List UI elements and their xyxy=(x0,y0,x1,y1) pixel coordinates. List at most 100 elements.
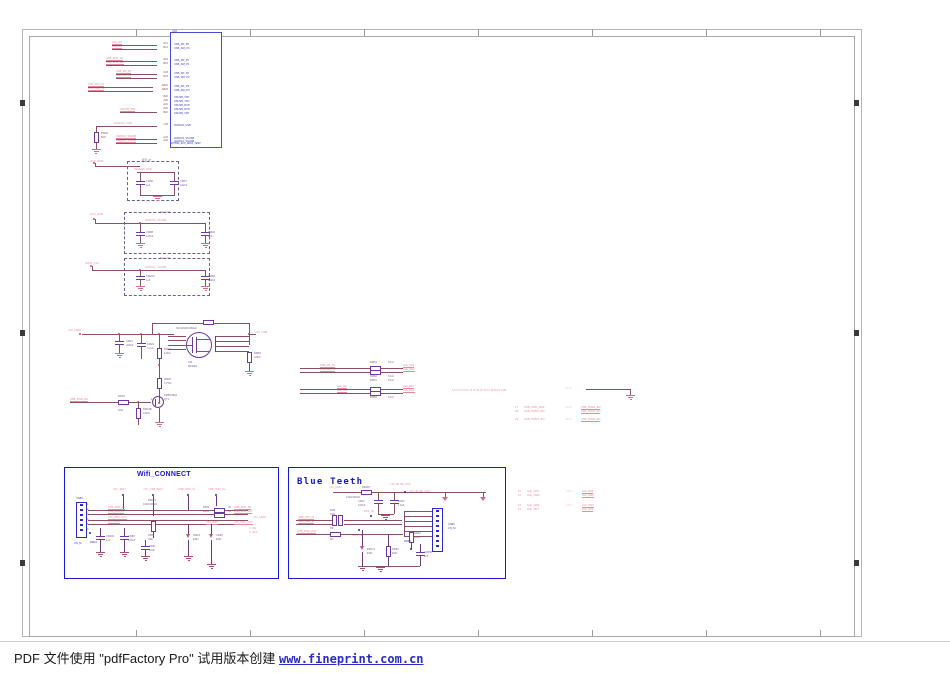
connector-pad xyxy=(80,509,83,512)
capacitor-designator: CM92 xyxy=(208,231,215,234)
connector-pad xyxy=(436,535,439,538)
resistor-symbol xyxy=(331,515,337,526)
ferrite-bead-symbol xyxy=(203,320,214,325)
net-label: USB_WIFI_D- xyxy=(178,488,196,491)
diode-designator: RM24 xyxy=(193,534,200,537)
wire xyxy=(168,340,186,341)
net-pin-number: 11 xyxy=(518,494,521,497)
esd-diode-symbol xyxy=(360,546,364,550)
frame-tick-top xyxy=(820,29,821,36)
capacitor-value: 100nF xyxy=(128,539,136,542)
capacitor-value: 220uF xyxy=(126,344,134,347)
wire xyxy=(141,347,142,359)
pin-number: 31 xyxy=(228,506,231,509)
wire xyxy=(381,368,403,369)
wire xyxy=(88,520,248,521)
chip-pin-name: USB_DM_P0 xyxy=(174,47,190,50)
wire xyxy=(388,557,389,566)
chip-pin-name: USB_DM_P1 xyxy=(174,63,190,66)
connector-pad xyxy=(80,529,83,532)
ground-arrow xyxy=(442,497,448,501)
mosfet-designator: UM xyxy=(188,361,193,364)
frame-tick-bottom xyxy=(364,630,365,637)
wire xyxy=(211,524,212,534)
footer-divider xyxy=(0,641,950,642)
wire xyxy=(420,556,421,566)
capacitor-value: 1nF xyxy=(424,555,429,558)
ground-symbol xyxy=(207,564,216,570)
resistor-designator: RM84 xyxy=(254,352,261,355)
chip-pin-name: SSUSB_RXP xyxy=(174,104,190,107)
wire xyxy=(138,419,139,425)
filter-net-label: AVDD33_SSUSB xyxy=(145,219,167,222)
wire xyxy=(116,139,157,140)
resistor-value: 10KΩ xyxy=(254,356,261,359)
net-label: CTL_WIFI xyxy=(113,488,126,491)
junction-dot xyxy=(79,333,81,335)
wire xyxy=(296,524,334,525)
capacitor-value: 100nF xyxy=(358,504,366,507)
frame-tick-bottom xyxy=(592,630,593,637)
capacitor-value: 1uF xyxy=(208,235,213,238)
resistor-designator: R385 xyxy=(203,510,210,513)
net-group-arrow: <<>> xyxy=(565,406,572,409)
chip-pin-name: USB_DM_P2 xyxy=(174,76,190,79)
wire xyxy=(381,389,403,390)
wire xyxy=(100,540,101,552)
wire xyxy=(116,78,157,79)
schematic-page: U18 MT8580_EVO_DDR3_TEMP USB_DP_P0 USB_D… xyxy=(0,0,950,673)
net-pin-number: 18 xyxy=(515,410,519,413)
frame-tick-top xyxy=(478,29,479,36)
wire xyxy=(249,334,256,335)
wire xyxy=(116,74,157,75)
wire xyxy=(95,163,96,166)
resistor-value: 10KΩ xyxy=(164,352,171,355)
frame-tick-top xyxy=(706,29,707,36)
net-label: USB_PWR_EN0 xyxy=(524,406,545,409)
chip-pin-number: B22 xyxy=(163,111,168,114)
wire xyxy=(300,368,370,369)
ground-symbol xyxy=(245,371,254,377)
chip-pin-name: AVDD12_SSUSB xyxy=(174,140,195,143)
power-rail-label: AVDD_1V2 xyxy=(85,262,99,265)
frame-tick-right xyxy=(854,560,859,566)
chip-pin-number: D18 xyxy=(163,75,168,78)
resistor-value: 0Ω xyxy=(330,538,334,541)
connector-pin-number: 6 xyxy=(87,528,89,531)
net-pin-number: 12 xyxy=(518,504,522,507)
chip-pin-name: SSUSB_TXN xyxy=(174,100,190,103)
net-label: USB_PWR3_EN xyxy=(581,418,601,422)
wire xyxy=(124,528,125,536)
ground-symbol xyxy=(155,422,164,428)
frame-tick-top xyxy=(364,29,365,36)
wire xyxy=(129,402,151,403)
capacitor-designator: CM21 xyxy=(126,340,133,343)
wire xyxy=(138,402,139,408)
wire xyxy=(341,534,403,535)
wire xyxy=(88,91,153,92)
wire xyxy=(105,402,118,403)
footer-url-link[interactable]: www.fineprint.com.cn xyxy=(279,652,424,666)
wire xyxy=(215,336,216,352)
chip-pin-number: B15 xyxy=(163,62,168,65)
resistor-symbol xyxy=(330,531,341,537)
net-group-arrow: <<>> xyxy=(566,504,573,507)
ferrite-bead-label: 1202/100Hz xyxy=(346,496,360,499)
capacitor-designator: CK02 xyxy=(358,500,365,503)
net-label: CTL_WIFI_OUT xyxy=(234,521,253,525)
footer-watermark: PDF 文件使用 "pdfFactory Pro" 试用版本创建 www.fin… xyxy=(14,648,424,667)
capacitor-designator: DU01 xyxy=(398,500,405,503)
footer-chinese-2: 试用版本创建 xyxy=(197,652,276,667)
wire xyxy=(445,492,446,497)
wire xyxy=(82,334,174,335)
wire xyxy=(215,336,249,337)
wire xyxy=(112,49,157,50)
wire xyxy=(159,408,160,422)
transistor-symbol xyxy=(152,396,164,408)
resistor-designator: RM62 xyxy=(370,375,377,378)
usb-chip-part-label: MT8580_EVO_DDR3_TEMP xyxy=(171,143,201,145)
chip-pin-number: A20 xyxy=(163,99,168,102)
footer-prefix: PDF xyxy=(14,651,44,666)
wire xyxy=(88,87,153,88)
wire xyxy=(394,492,395,500)
